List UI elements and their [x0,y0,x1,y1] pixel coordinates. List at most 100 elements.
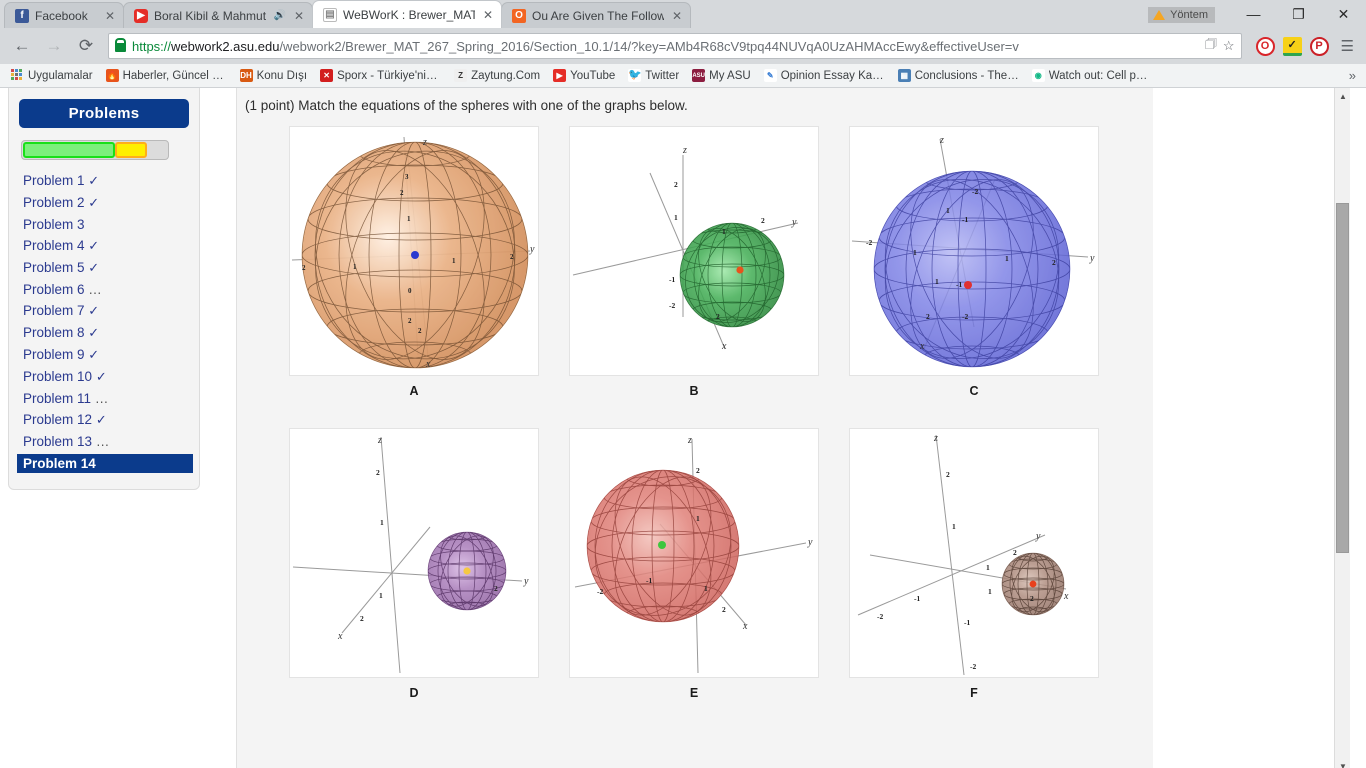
bookmark-item[interactable]: Uygulamalar [6,67,98,84]
youtube-icon: ▶ [553,69,567,82]
notification-badge[interactable]: Yöntem [1148,7,1215,23]
opera-icon[interactable]: O [1255,36,1275,56]
bookmark-item[interactable]: ASU My ASU [687,67,756,84]
sidebar-item-problem-10[interactable]: Problem 10 ✓ [19,368,189,386]
sidebar-item-problem-5[interactable]: Problem 5 ✓ [19,259,189,277]
status-badge: … [88,282,102,297]
bookmark-item[interactable]: ✎ Opinion Essay Kalıpl... [759,67,890,84]
close-button[interactable]: ✕ [1321,0,1366,28]
reload-button[interactable]: ⟳ [72,32,100,60]
bookmark-item[interactable]: Z Zaytung.Com [449,67,545,84]
sidebar-item-problem-4[interactable]: Problem 4 ✓ [19,237,189,255]
sidebar-item-problem-3[interactable]: Problem 3 [19,216,189,233]
bookmark-label: My ASU [709,69,751,82]
graph-image-c[interactable]: z y x 1 -1 -2 -2 1 1 2 -1 1 2 -2 [849,126,1099,376]
sidebar-item-problem-9[interactable]: Problem 9 ✓ [19,346,189,364]
svg-text:1: 1 [674,213,678,222]
problem-label: Problem 8 [23,325,85,340]
browser-tab-active[interactable]: ▤ WeBWorK : Brewer_MAT_2 ✕ [312,0,502,28]
svg-text:1: 1 [913,248,917,257]
sidebar-item-problem-13[interactable]: Problem 13 … [19,433,189,450]
building-icon: ▦ [897,69,911,82]
maximize-button[interactable]: ❐ [1276,0,1321,28]
sidebar-item-problem-14[interactable]: Problem 14 [17,454,193,473]
svg-text:2: 2 [722,605,726,614]
problem-label: Problem 5 [23,260,85,275]
tab-title: WeBWorK : Brewer_MAT_2 [343,7,475,22]
minimize-button[interactable]: — [1231,0,1276,28]
graph-image-e[interactable]: z y x 2 1 -1 -2 1 2 [569,428,819,678]
vertical-scrollbar[interactable]: ▲ ▼ [1334,88,1350,768]
graph-image-b[interactable]: z y x 2 1 -1 -2 2 1 2 [569,126,819,376]
problems-header: Problems [19,99,189,128]
tab-title: Ou Are Given The Followin [532,8,664,23]
sidebar-item-problem-8[interactable]: Problem 8 ✓ [19,324,189,342]
bookmark-item[interactable]: ▦ Conclusions - The ... [893,67,1024,84]
sidebar-item-problem-6[interactable]: Problem 6 … [19,281,189,298]
status-badge: ✓ [88,303,100,318]
svg-text:2: 2 [494,584,498,593]
bookmarks-overflow-button[interactable]: » [1349,68,1360,83]
sidebar-item-problem-2[interactable]: Problem 2 ✓ [19,194,189,212]
svg-text:-2: -2 [877,612,883,621]
sidebar-item-problem-1[interactable]: Problem 1 ✓ [19,172,189,190]
center-dot-b [736,266,744,274]
svg-text:-2: -2 [669,301,675,310]
sidebar-item-problem-7[interactable]: Problem 7 ✓ [19,302,189,320]
close-icon[interactable]: ✕ [292,9,306,23]
graph-cell-e: z y x 2 1 -1 -2 1 2 E [569,428,819,700]
center-dot-c [964,281,972,289]
star-icon[interactable]: ☆ [1223,38,1235,54]
bookmark-item[interactable]: ◉ Watch out: Cell pho... [1027,67,1158,84]
close-icon[interactable]: ✕ [670,9,684,23]
bookmark-item[interactable]: 🔥 Haberler, Güncel Ha... [101,67,232,84]
forward-button[interactable]: → [40,32,68,60]
svg-text:-1: -1 [964,618,970,627]
translate-icon[interactable]: 🗇 [1205,35,1217,57]
list-item: Problem 13 … [19,431,189,452]
browser-tab[interactable]: O Ou Are Given The Followin ✕ [501,2,691,28]
bookmark-item[interactable]: ▶ YouTube [548,67,620,84]
address-bar[interactable]: https://webwork2.asu.edu/webwork2/Brewer… [108,33,1242,59]
sidebar-item-problem-11[interactable]: Problem 11 … [19,390,189,407]
list-item: Problem 3 [19,214,189,235]
bookmark-item[interactable]: 🐦 Twitter [623,67,684,84]
sphere-plot-c: z y x 1 -1 -2 -2 1 1 2 -1 1 2 -2 [851,135,1095,368]
svg-text:-2: -2 [962,312,968,321]
graph-label-c: C [969,384,979,398]
sidebar-item-problem-12[interactable]: Problem 12 ✓ [19,411,189,429]
graph-image-f[interactable]: z y x 2 1 2 1 1 -1 -2 -1 -2 2 [849,428,1099,678]
browser-tab[interactable]: ▶ Boral Kibil & Mahmut C 🔊 ✕ [123,2,313,28]
problem-label: Problem 4 [23,238,85,253]
sphere-plot-f: z y x 2 1 2 1 1 -1 -2 -1 -2 2 [857,433,1069,676]
close-icon[interactable]: ✕ [481,8,495,22]
bookmark-label: Zaytung.Com [471,69,541,82]
back-button[interactable]: ← [8,32,36,60]
scroll-up-arrow-icon[interactable]: ▲ [1335,88,1351,104]
checkmark-icon[interactable]: ✓ [1282,36,1302,56]
browser-tab[interactable]: f Facebook ✕ [4,2,124,28]
svg-text:z: z [933,433,938,444]
graph-cell-a: z y x 321 12 12 022 A [289,126,539,398]
bookmark-item[interactable]: ✕ Sporx - Türkiye'nin ... [315,67,446,84]
warning-icon [1153,10,1166,20]
scroll-down-arrow-icon[interactable]: ▼ [1335,758,1351,768]
hamburger-menu-icon[interactable]: ☰ [1337,37,1358,55]
graph-label-a: A [409,384,419,398]
scrollbar-thumb[interactable] [1336,203,1349,553]
svg-text:y: y [1035,531,1041,542]
pinterest-icon[interactable]: P [1309,36,1329,56]
svg-text:-1: -1 [669,275,675,284]
svg-text:-1: -1 [956,280,962,289]
graph-cell-b: z y x 2 1 -1 -2 2 1 2 B [569,126,819,398]
graph-image-d[interactable]: z y x 2 1 1 2 2 [289,428,539,678]
orange-o-icon: O [512,8,526,23]
bookmark-item[interactable]: DH Konu Dışı [235,67,313,84]
close-icon[interactable]: ✕ [103,9,117,23]
mute-icon[interactable]: 🔊 [274,10,286,21]
list-item: Problem 11 … [19,388,189,409]
svg-text:1: 1 [353,263,357,271]
list-item: Problem 10 ✓ [19,366,189,388]
problem-label: Problem 6 [23,282,85,297]
graph-image-a[interactable]: z y x 321 12 12 022 [289,126,539,376]
